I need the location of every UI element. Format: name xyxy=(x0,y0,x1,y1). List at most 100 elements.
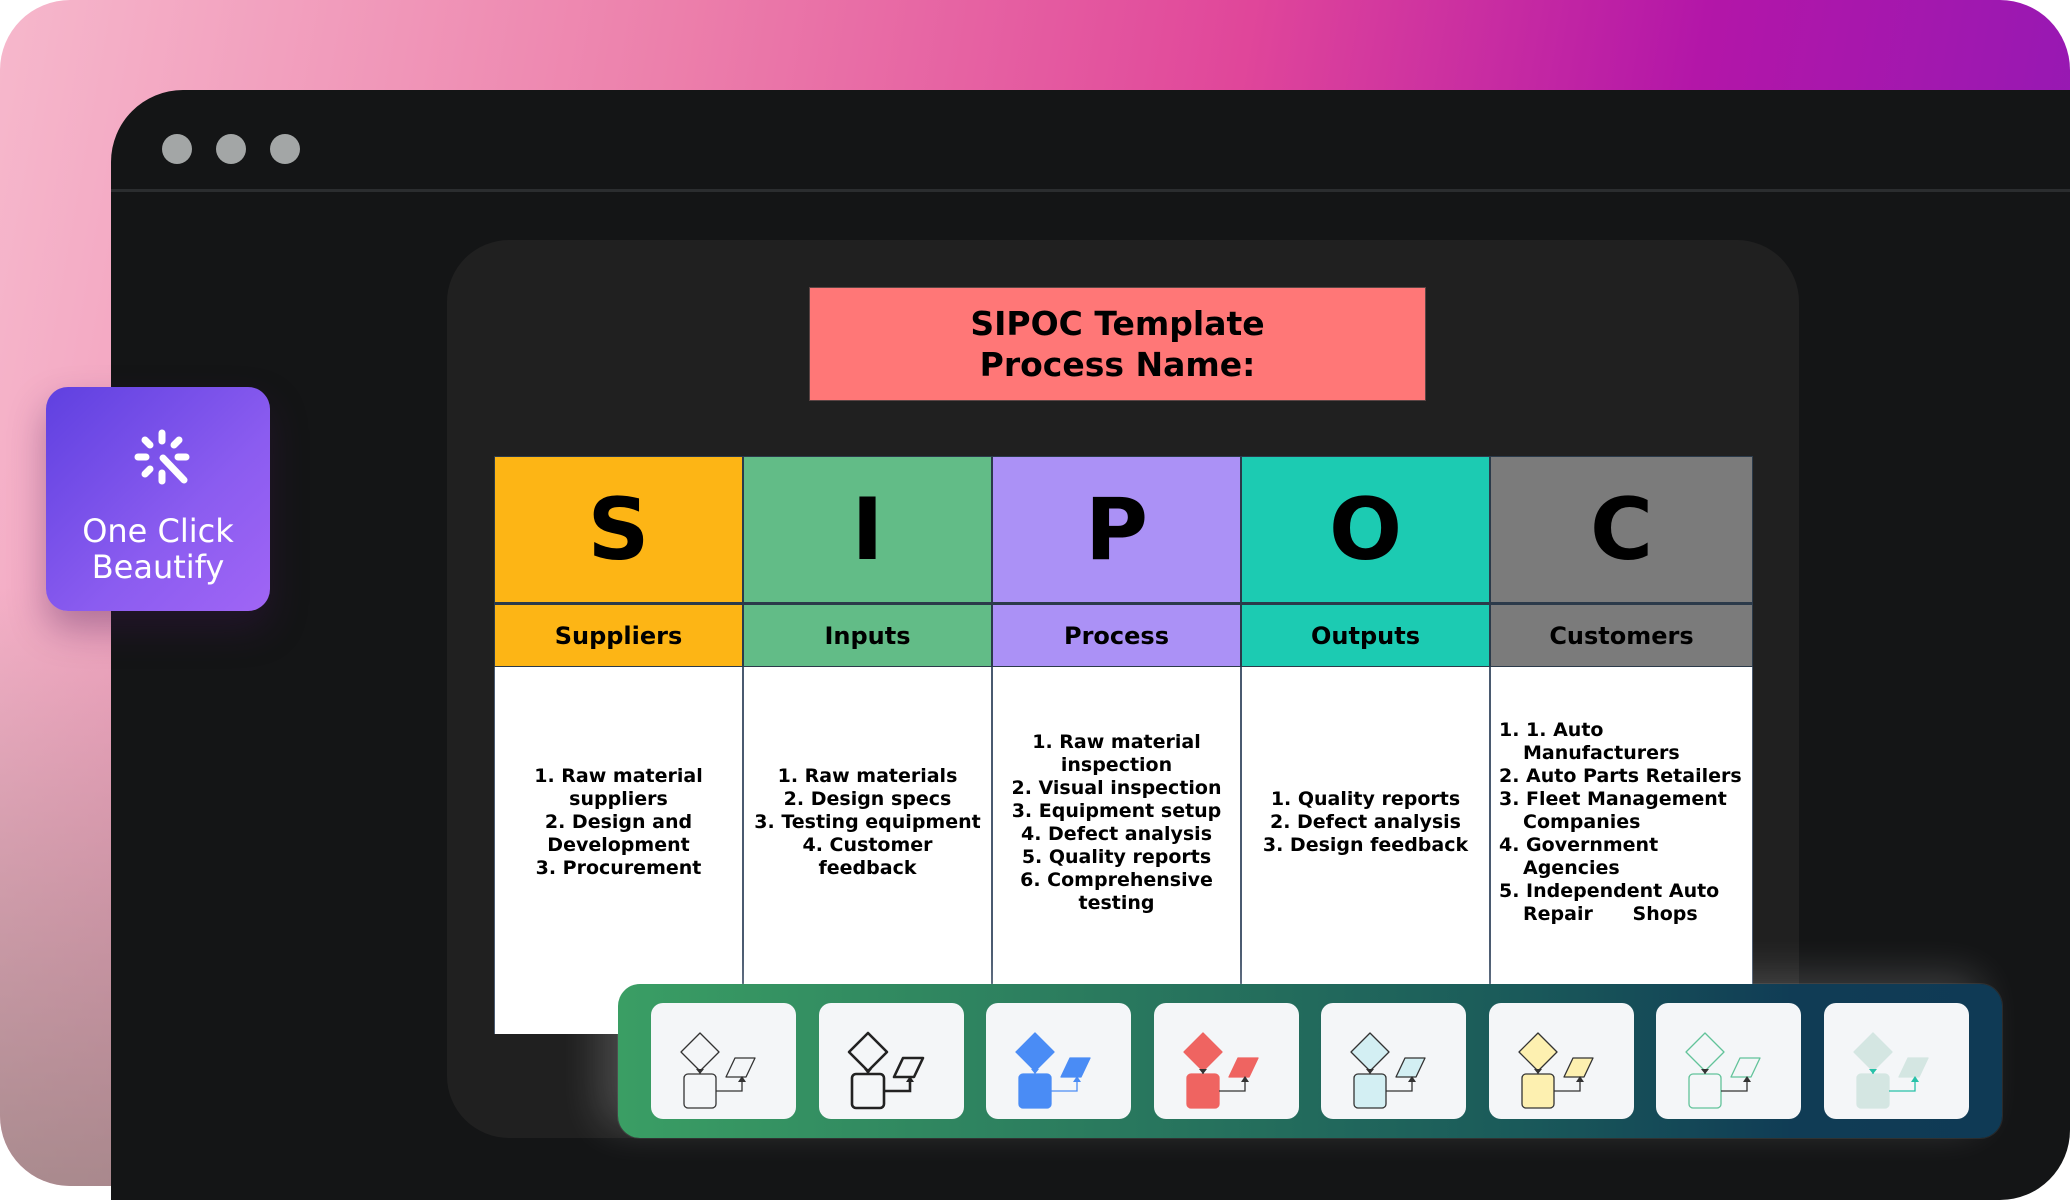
sipoc-title-box[interactable]: SIPOC Template Process Name: xyxy=(809,287,1426,401)
list-item: 3. Testing equipment xyxy=(754,811,981,833)
column-suppliers: S Suppliers 1. Raw material suppliers 2.… xyxy=(494,456,743,1034)
arrow-head xyxy=(1366,1069,1374,1074)
item-list: 1. Raw materials 2. Design specs 3. Test… xyxy=(752,765,983,880)
arrow-head xyxy=(1701,1069,1709,1074)
column-body[interactable]: 1. Raw materials 2. Design specs 3. Test… xyxy=(743,667,992,1034)
magic-wand-sparkle-icon xyxy=(134,429,190,485)
parallelogram-shape xyxy=(1227,1057,1259,1078)
parallelogram-shape xyxy=(1897,1057,1929,1078)
column-body[interactable]: 1. 1. Auto Manufacturers 2. Auto Parts R… xyxy=(1490,667,1753,1034)
column-label[interactable]: Outputs xyxy=(1241,603,1490,667)
list-item: 4. Defect analysis xyxy=(1020,822,1213,845)
column-body[interactable]: 1. Raw material inspection 2. Visual ins… xyxy=(992,667,1241,1034)
process-box-shape xyxy=(1018,1073,1052,1109)
list-item: 2. Defect analysis xyxy=(1269,811,1461,833)
diamond-shape xyxy=(1350,1032,1390,1072)
parallelogram-shape xyxy=(1060,1057,1091,1078)
arrow-head xyxy=(1868,1069,1877,1074)
column-letter[interactable]: P xyxy=(992,456,1241,603)
window-dot-2[interactable] xyxy=(216,134,246,164)
column-label[interactable]: Process xyxy=(992,603,1241,667)
list-item: 3. Equipment setup xyxy=(1011,799,1222,822)
connector-line xyxy=(1721,1079,1748,1092)
process-box-shape xyxy=(850,1072,885,1110)
style-theme-light-yellow[interactable] xyxy=(1488,1003,1634,1119)
connector-line xyxy=(1888,1079,1916,1092)
flowchart-preview-icon xyxy=(1517,1032,1594,1109)
list-item: 1. Raw materials xyxy=(777,765,958,787)
list-item: 4. Customer feedback xyxy=(802,834,933,879)
column-letter[interactable]: S xyxy=(494,456,743,603)
column-body[interactable]: 1. Raw material suppliers 2. Design and … xyxy=(494,667,743,1034)
connector-line xyxy=(883,1079,911,1093)
beautify-label-line1: One Click xyxy=(82,512,234,550)
flowchart-preview-icon xyxy=(1685,1032,1761,1109)
beautify-label: One Click Beautify xyxy=(46,513,270,585)
titlebar-divider xyxy=(111,189,2070,192)
parallelogram-shape xyxy=(892,1056,924,1079)
list-item: 4. Government Agencies xyxy=(1499,834,1659,879)
column-outputs: O Outputs 1. Quality reports 2. Defect a… xyxy=(1241,456,1490,1034)
list-item: 1. Raw material suppliers xyxy=(534,765,703,810)
style-theme-red-filled[interactable] xyxy=(1153,1003,1299,1119)
style-theme-outline-thin[interactable] xyxy=(651,1003,796,1119)
column-letter[interactable]: O xyxy=(1241,456,1490,603)
column-label[interactable]: Inputs xyxy=(743,603,992,667)
list-item: 6. Comprehensive testing xyxy=(1020,868,1213,914)
diamond-shape xyxy=(1182,1032,1223,1072)
style-theme-light-cyan[interactable] xyxy=(1321,1003,1466,1119)
list-item: 2. Design specs xyxy=(783,788,952,810)
flowchart-preview-icon xyxy=(1852,1032,1929,1109)
connector-line xyxy=(1051,1079,1078,1092)
process-box-shape xyxy=(683,1073,717,1109)
flowchart-preview-icon xyxy=(1015,1032,1091,1109)
column-body[interactable]: 1. Quality reports 2. Defect analysis 3.… xyxy=(1241,667,1490,1034)
diamond-shape xyxy=(847,1031,888,1073)
list-item: 5. Quality reports xyxy=(1021,845,1212,868)
item-list: 1. Raw material suppliers 2. Design and … xyxy=(503,765,734,880)
list-item: 1. 1. Auto Manufacturers xyxy=(1499,719,1680,764)
one-click-beautify-button[interactable]: One Click Beautify xyxy=(46,387,270,611)
connector-line xyxy=(1386,1079,1413,1092)
sipoc-table: S Suppliers 1. Raw material suppliers 2.… xyxy=(494,456,1753,1034)
style-theme-toolbar xyxy=(618,984,2002,1138)
style-theme-blue-filled[interactable] xyxy=(986,1003,1131,1119)
style-theme-green-outline[interactable] xyxy=(1656,1003,1801,1119)
flowchart-preview-icon xyxy=(1350,1032,1426,1109)
window-dot-1[interactable] xyxy=(162,134,192,164)
connector-line xyxy=(716,1079,743,1092)
diamond-shape xyxy=(680,1032,720,1072)
item-list: 1. Raw material inspection 2. Visual ins… xyxy=(1001,731,1232,915)
column-customers: C Customers 1. 1. Auto Manufacturers 2. … xyxy=(1490,456,1753,1034)
arrow-head xyxy=(696,1069,704,1074)
column-letter[interactable]: I xyxy=(743,456,992,603)
list-item: 1. Quality reports xyxy=(1270,788,1461,810)
connector-line xyxy=(1218,1079,1246,1092)
style-theme-outline-bold[interactable] xyxy=(818,1003,964,1119)
process-box-shape xyxy=(1353,1073,1387,1109)
column-inputs: I Inputs 1. Raw materials 2. Design spec… xyxy=(743,456,992,1034)
item-list: 1. 1. Auto Manufacturers 2. Auto Parts R… xyxy=(1499,719,1744,926)
connector-line xyxy=(1553,1079,1581,1092)
window-dot-3[interactable] xyxy=(270,134,300,164)
column-letter[interactable]: C xyxy=(1490,456,1753,603)
list-item: 3. Design feedback xyxy=(1262,834,1469,856)
list-item: 3. Fleet Management Companies xyxy=(1499,788,1727,833)
style-theme-pale-teal[interactable] xyxy=(1823,1003,1969,1119)
parallelogram-shape xyxy=(725,1057,756,1078)
diamond-shape xyxy=(1517,1032,1558,1072)
item-list: 1. Quality reports 2. Defect analysis 3.… xyxy=(1263,788,1468,857)
beautify-label-line2: Beautify xyxy=(91,548,225,586)
process-box-shape xyxy=(1185,1073,1220,1109)
diamond-shape xyxy=(1852,1032,1893,1072)
list-item: 1. Raw material inspection xyxy=(1032,730,1201,776)
column-process: P Process 1. Raw material inspection 2. … xyxy=(992,456,1241,1034)
flowchart-preview-icon xyxy=(847,1031,924,1110)
process-box-shape xyxy=(1688,1073,1722,1109)
flowchart-preview-icon xyxy=(1182,1032,1259,1109)
column-label[interactable]: Customers xyxy=(1490,603,1753,667)
process-name-label: Process Name: xyxy=(979,345,1256,384)
column-label[interactable]: Suppliers xyxy=(494,603,743,667)
list-item: 2. Design and Development xyxy=(544,811,693,856)
diamond-shape xyxy=(1685,1032,1725,1072)
